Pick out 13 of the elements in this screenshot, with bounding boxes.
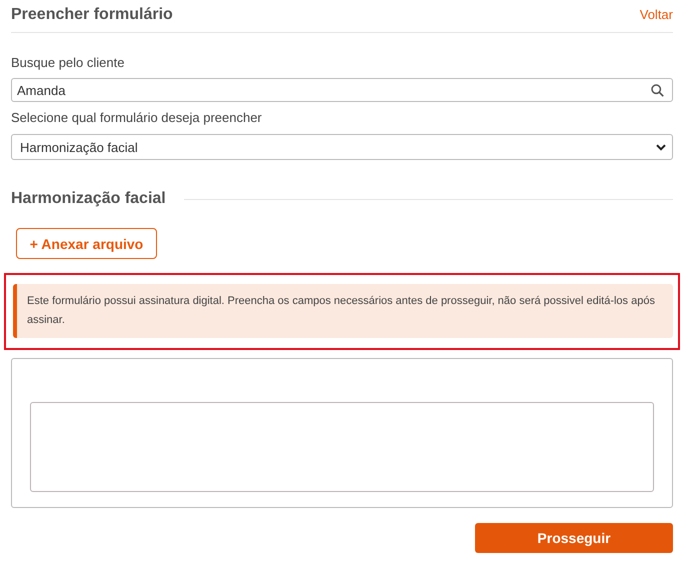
field-label: Busque pelo cliente bbox=[11, 55, 126, 70]
field-label: Selecione qual formulário deseja preencher bbox=[11, 110, 263, 125]
section-title: Harmonização facial bbox=[11, 190, 166, 208]
proceed-button[interactable]: Prosseguir bbox=[475, 523, 673, 553]
search-field[interactable]: Amanda bbox=[11, 78, 673, 102]
attach-file-button[interactable]: + Anexar arquivo bbox=[16, 228, 157, 259]
warning-notice: Este formulário possui assinatura digital. Preencha os campos necessários antes de prosseguir, não será possivel editá-los após assinar. bbox=[13, 284, 673, 338]
form-dropdown[interactable]: Harmonização facial bbox=[11, 134, 673, 160]
back-link[interactable]: Voltar bbox=[640, 6, 673, 22]
chevron-down-icon bbox=[656, 144, 666, 150]
search-icon bbox=[651, 84, 664, 97]
signature-pad[interactable] bbox=[30, 402, 654, 492]
page-title: Preencher formulário bbox=[11, 6, 173, 24]
